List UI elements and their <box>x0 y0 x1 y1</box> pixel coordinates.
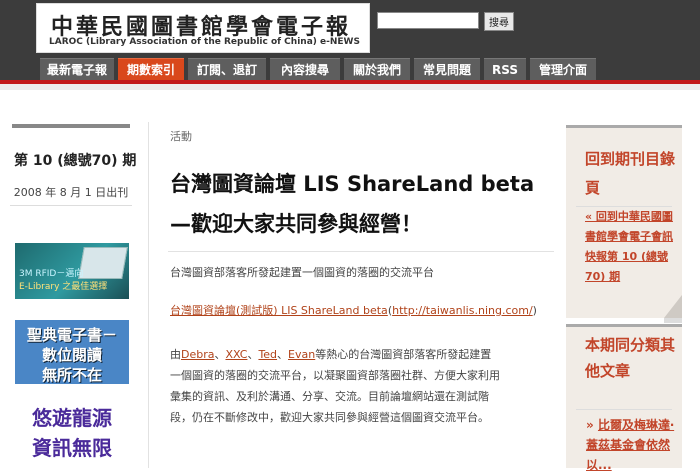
left-divider <box>10 205 132 206</box>
banner-ebook-line2: 數位閱讀 <box>41 346 102 364</box>
related-articles-heading: 本期同分類其他文章 <box>585 336 676 380</box>
search-button[interactable]: 搜尋 <box>484 12 514 31</box>
banner-3m-line1: 3M RFID－邁向 <box>19 269 84 279</box>
related-article-item[interactable]: » 比爾及梅琳達‧蓋茲基金會依然以... <box>586 415 678 475</box>
banner-3m-line2: E-Library 之最佳選擇 <box>19 282 108 292</box>
search-input[interactable] <box>377 12 479 29</box>
forum-link[interactable]: 台灣圖資論壇(測試版) LIS ShareLand beta <box>170 304 388 317</box>
back-to-issue-heading[interactable]: 回到期刊目錄頁 <box>585 145 681 203</box>
site-logo[interactable]: 中華民國圖書館學會電子報 LAROC (Library Association … <box>36 3 370 53</box>
title-separator <box>168 251 554 252</box>
author-link-ted[interactable]: Ted <box>258 348 277 361</box>
bullet-icon: » <box>586 418 594 432</box>
comma: 、 <box>247 348 259 361</box>
forum-url-link[interactable]: http://taiwanlis.ning.com/ <box>392 304 533 317</box>
related-article-link[interactable]: 比爾及梅琳達‧蓋茲基金會依然以... <box>586 418 674 472</box>
paragraph-line-3: 彙集的資訊、及利於溝通、分享、交流。目前論壇網站還在測試階 <box>170 390 489 403</box>
para-line1-rest: 等熱心的台灣圖資部落客所發起建置 <box>315 348 492 361</box>
banner-longyuan-line2: 資訊無限 <box>32 436 112 460</box>
header-shadow <box>0 84 700 90</box>
paragraph-line-2: 一個圖資的落圈的交流平台，以凝聚圖資部落圈社群、方便大家利用 <box>170 369 500 382</box>
article-title-line1: 台灣圖資論壇 LIS ShareLand beta <box>170 172 535 196</box>
nav-item-about[interactable]: 關於我們 <box>344 58 410 80</box>
paren-close: ) <box>532 304 537 317</box>
article-title-line2: —歡迎大家共同參與經營！ <box>170 212 422 236</box>
article-category: 活動 <box>170 130 192 143</box>
forum-link-line: 台灣圖資論壇(測試版) LIS ShareLand beta(http://ta… <box>170 302 537 318</box>
comma: 、 <box>277 348 289 361</box>
nav-item-subscribe[interactable]: 訂閱、退訂 <box>188 58 266 80</box>
banner-ebook[interactable]: 聖典電子書－ 數位閱讀 無所不在 <box>15 320 129 384</box>
back-to-issue-box: 回到期刊目錄頁 « 回到中華民國圖書館學會電子會訊快報第 10 (總號70) 期 <box>566 125 682 318</box>
author-link-xxc[interactable]: XXC <box>225 348 247 361</box>
paragraph-line-1: 由Debra、XXC、Ted、Evan等熱心的台灣圖資部落客所發起建置 <box>170 346 560 362</box>
nav-item-rss[interactable]: RSS <box>484 58 526 80</box>
rfid-device-image <box>78 247 128 279</box>
content-divider <box>148 122 149 468</box>
para-prefix: 由 <box>170 348 181 361</box>
paragraph-line-4: 段，仍在不斷修改中，歡迎大家共同參與經營這個圖資交流平台。 <box>170 411 489 424</box>
left-sidebar-rule <box>12 124 130 128</box>
box2-divider <box>576 409 672 410</box>
banner-longyuan[interactable]: 悠遊龍源 資訊無限 <box>15 398 129 468</box>
banner-3m-rfid[interactable]: 3M RFID－邁向 E-Library 之最佳選擇 <box>15 243 129 299</box>
logo-subtitle: LAROC (Library Association of the Republ… <box>49 37 360 47</box>
nav-item-issue-index[interactable]: 期數索引 <box>118 58 184 80</box>
page-curl-shadow <box>664 318 682 323</box>
nav-item-admin[interactable]: 管理介面 <box>530 58 596 80</box>
back-to-issue-link[interactable]: « 回到中華民國圖書館學會電子會訊快報第 10 (總號70) 期 <box>585 207 677 287</box>
issue-date: 2008 年 8 月 1 日出刊 <box>13 186 129 199</box>
nav-item-latest[interactable]: 最新電子報 <box>40 58 114 80</box>
nav-item-search[interactable]: 內容搜尋 <box>270 58 340 80</box>
comma: 、 <box>214 348 226 361</box>
author-link-evan[interactable]: Evan <box>288 348 315 361</box>
issue-title: 第 10 (總號70) 期 <box>14 153 137 169</box>
related-articles-box: 本期同分類其他文章 » 比爾及梅琳達‧蓋茲基金會依然以... <box>566 324 682 472</box>
author-link-debra[interactable]: Debra <box>181 348 214 361</box>
banner-ebook-line3: 無所不在 <box>41 366 102 384</box>
banner-ebook-line1: 聖典電子書－ <box>26 326 117 344</box>
nav-item-faq[interactable]: 常見問題 <box>414 58 480 80</box>
banner-longyuan-line1: 悠遊龍源 <box>32 406 112 430</box>
article-subtitle: 台灣圖資部落客所發起建置一個圖資的落圈的交流平台 <box>170 266 434 279</box>
page-curl <box>664 295 682 318</box>
